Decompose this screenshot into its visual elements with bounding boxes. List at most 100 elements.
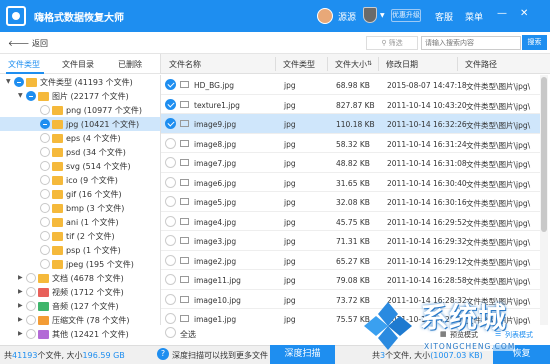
expand-arrow-icon[interactable]: ▶ bbox=[18, 316, 23, 323]
tab-file-type[interactable]: 文件类型 bbox=[8, 59, 40, 70]
tree-item[interactable]: ▶ 音频 (127 个文件) bbox=[0, 299, 160, 313]
tree-checkbox[interactable] bbox=[40, 119, 50, 129]
tree-checkbox[interactable] bbox=[40, 231, 50, 241]
row-checkbox[interactable] bbox=[165, 293, 176, 305]
column-header-size[interactable]: 文件大小 bbox=[335, 59, 367, 70]
table-row[interactable]: image5.jpg jpg 32.08 KB 2011-10-14 16:30:16… bbox=[161, 192, 540, 212]
image-file-icon bbox=[180, 100, 189, 108]
column-header-name[interactable]: 文件名称 bbox=[169, 59, 201, 70]
search-button[interactable]: 搜索 bbox=[522, 35, 547, 50]
username[interactable]: 源源 bbox=[338, 10, 356, 23]
table-row[interactable]: image2.jpg jpg 65.27 KB 2011-10-14 16:29:12… bbox=[161, 251, 540, 270]
vip-badge-icon[interactable] bbox=[363, 7, 377, 23]
tree-checkbox[interactable] bbox=[40, 105, 50, 115]
tree-checkbox[interactable] bbox=[26, 91, 36, 101]
column-header-date[interactable]: 修改日期 bbox=[386, 59, 418, 70]
row-checkbox[interactable] bbox=[165, 176, 176, 188]
tree-checkbox[interactable] bbox=[40, 147, 50, 157]
row-checkbox[interactable] bbox=[165, 118, 176, 129]
chevron-down-icon[interactable]: ▼ bbox=[380, 12, 385, 19]
tree-item[interactable]: ▼ 图片 (22177 个文件) bbox=[0, 89, 160, 103]
table-row[interactable]: image8.jpg jpg 58.32 KB 2011-10-14 16:31:24… bbox=[161, 134, 540, 153]
question-icon[interactable]: ? bbox=[157, 348, 169, 360]
collapse-arrow-icon[interactable]: ▼ bbox=[18, 92, 23, 99]
tree-item[interactable]: jpg (10421 个文件) bbox=[0, 117, 160, 131]
tree-item[interactable]: png (10977 个文件) bbox=[0, 103, 160, 117]
row-checkbox[interactable] bbox=[165, 235, 176, 246]
expand-arrow-icon[interactable]: ▶ bbox=[18, 274, 23, 281]
search-input[interactable] bbox=[421, 36, 521, 50]
row-checkbox[interactable] bbox=[165, 137, 176, 149]
tree-checkbox[interactable] bbox=[40, 175, 50, 185]
table-row[interactable]: image6.jpg jpg 31.65 KB 2011-10-14 16:30:40… bbox=[161, 173, 540, 192]
expand-arrow-icon[interactable]: ▶ bbox=[18, 330, 23, 337]
tree-item[interactable]: bmp (3 个文件) bbox=[0, 201, 160, 215]
collapse-arrow-icon[interactable]: ▼ bbox=[6, 78, 11, 85]
tree-item[interactable]: eps (4 个文件) bbox=[0, 131, 160, 145]
tree-checkbox[interactable] bbox=[40, 259, 50, 269]
table-row[interactable]: image9.jpg jpg 110.18 KB 2011-10-14 16:32:2… bbox=[161, 114, 540, 134]
row-checkbox[interactable] bbox=[165, 215, 176, 227]
scrollbar-thumb[interactable] bbox=[541, 77, 547, 232]
table-row[interactable]: image3.jpg jpg 71.31 KB 2011-10-14 16:29:32… bbox=[161, 231, 540, 251]
tree-checkbox[interactable] bbox=[26, 273, 36, 283]
tab-file-directory[interactable]: 文件目录 bbox=[62, 59, 94, 70]
row-checkbox[interactable] bbox=[165, 274, 176, 285]
tree-item[interactable]: ▶ 其他 (12421 个文件) bbox=[0, 327, 160, 341]
table-row[interactable]: image4.jpg jpg 45.75 KB 2011-10-14 16:29:52… bbox=[161, 212, 540, 231]
menu-button[interactable]: 菜单 bbox=[465, 10, 483, 23]
minimize-icon[interactable]: — bbox=[497, 8, 507, 19]
tree-checkbox[interactable] bbox=[40, 245, 50, 255]
tree-item[interactable]: tif (2 个文件) bbox=[0, 229, 160, 243]
vip-upgrade-button[interactable]: 优惠升级 bbox=[391, 9, 421, 22]
tree-checkbox[interactable] bbox=[26, 287, 36, 297]
tree-checkbox[interactable] bbox=[40, 217, 50, 227]
tree-checkbox[interactable] bbox=[26, 301, 36, 311]
service-button[interactable]: 客服 bbox=[435, 10, 453, 23]
tree-item[interactable]: ico (9 个文件) bbox=[0, 173, 160, 187]
avatar[interactable] bbox=[317, 8, 333, 24]
row-checkbox[interactable] bbox=[165, 157, 176, 168]
filter-button[interactable]: ⚲ 筛选 bbox=[366, 36, 418, 50]
column-header-type[interactable]: 文件类型 bbox=[283, 59, 315, 70]
tree-checkbox[interactable] bbox=[40, 189, 50, 199]
row-checkbox[interactable] bbox=[165, 254, 176, 266]
column-header-path[interactable]: 文件路径 bbox=[465, 59, 497, 70]
tree-checkbox[interactable] bbox=[26, 315, 36, 325]
tree-item[interactable]: psd (34 个文件) bbox=[0, 145, 160, 159]
deep-scan-button[interactable]: 深度扫描 bbox=[270, 345, 335, 364]
select-all-checkbox[interactable] bbox=[165, 327, 176, 338]
expand-arrow-icon[interactable]: ▶ bbox=[18, 302, 23, 309]
row-checkbox[interactable] bbox=[165, 313, 176, 324]
sort-arrow-icon[interactable]: ⇅ bbox=[367, 60, 372, 67]
tree-checkbox[interactable] bbox=[40, 161, 50, 171]
row-checkbox[interactable] bbox=[165, 79, 176, 90]
close-icon[interactable]: ✕ bbox=[520, 8, 528, 19]
tree-item[interactable]: ▼ 文件类型 (41193 个文件) bbox=[0, 75, 160, 89]
table-row[interactable]: HD_BG.jpg jpg 68.98 KB 2015-08-07 14:47:18 文… bbox=[161, 75, 540, 95]
tab-deleted[interactable]: 已删除 bbox=[118, 59, 142, 70]
tree-checkbox[interactable] bbox=[14, 77, 24, 87]
tree-item[interactable]: ▶ 视频 (1712 个文件) bbox=[0, 285, 160, 299]
tree-item[interactable]: ▶ 文档 (4678 个文件) bbox=[0, 271, 160, 285]
select-all[interactable]: 全选 bbox=[160, 326, 350, 340]
scrollbar[interactable] bbox=[540, 75, 548, 325]
tree-checkbox[interactable] bbox=[26, 329, 36, 339]
row-checkbox[interactable] bbox=[165, 196, 176, 207]
row-checkbox[interactable] bbox=[165, 98, 176, 110]
tree-item[interactable]: ani (1 个文件) bbox=[0, 215, 160, 229]
tree-item[interactable]: gif (16 个文件) bbox=[0, 187, 160, 201]
expand-arrow-icon[interactable]: ▶ bbox=[18, 288, 23, 295]
file-date: 2011-10-14 16:29:52 bbox=[387, 217, 467, 227]
table-row[interactable]: image7.jpg jpg 48.82 KB 2011-10-14 16:31:08… bbox=[161, 153, 540, 173]
tree-checkbox[interactable] bbox=[40, 133, 50, 143]
tree-item[interactable]: jpeg (195 个文件) bbox=[0, 257, 160, 271]
tree-checkbox[interactable] bbox=[40, 203, 50, 213]
back-button[interactable]: 🡐 返回 bbox=[8, 38, 48, 49]
folder-icon bbox=[52, 218, 63, 227]
table-row[interactable]: texture1.jpg jpg 827.87 KB 2011-10-14 10:43… bbox=[161, 95, 540, 114]
table-row[interactable]: image11.jpg jpg 79.08 KB 2011-10-14 16:28:5… bbox=[161, 270, 540, 290]
tree-item[interactable]: ▶ 压缩文件 (78 个文件) bbox=[0, 313, 160, 327]
tree-item[interactable]: svg (514 个文件) bbox=[0, 159, 160, 173]
tree-item[interactable]: psp (1 个文件) bbox=[0, 243, 160, 257]
